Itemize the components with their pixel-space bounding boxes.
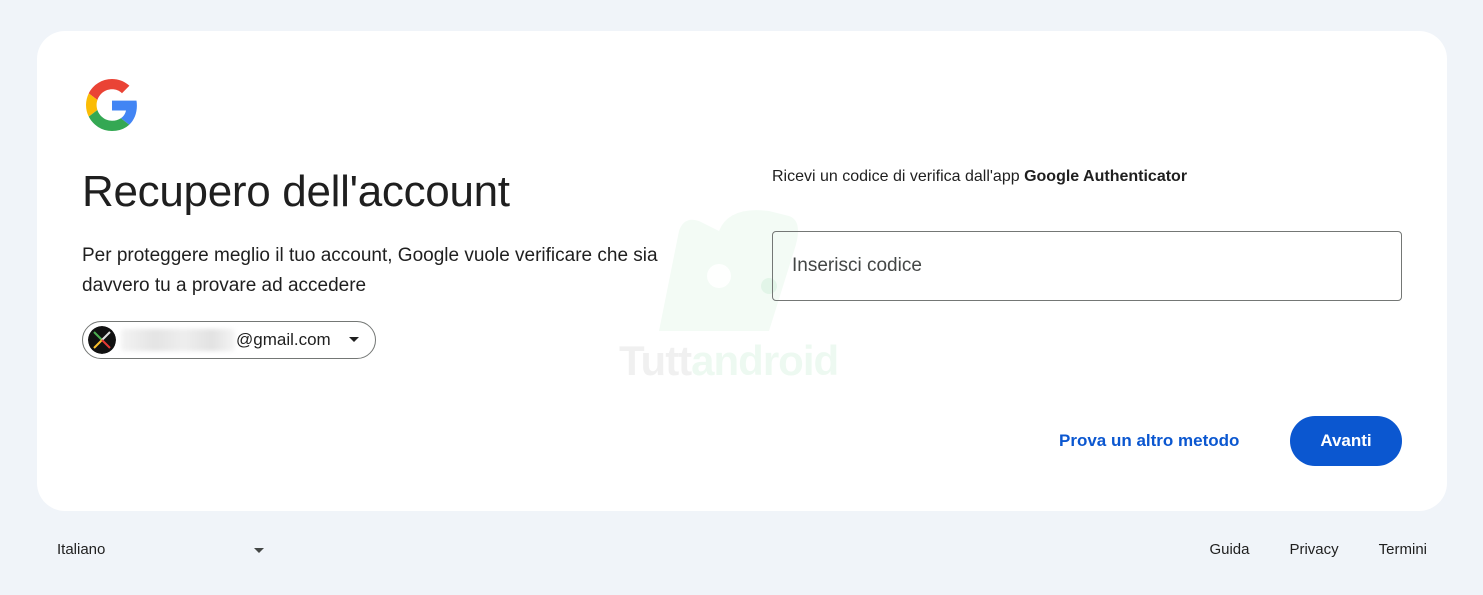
verification-instruction: Ricevi un codice di verifica dall'app Go… [772, 168, 1188, 185]
redacted-username [121, 329, 235, 351]
footer-links: Guida Privacy Termini [1169, 541, 1427, 558]
caret-down-icon [349, 337, 359, 342]
caret-down-icon [254, 548, 264, 553]
google-logo-icon [86, 79, 137, 131]
avatar-icon [88, 326, 116, 354]
watermark-text: Tuttandroid [619, 337, 839, 384]
footer-link-privacy[interactable]: Privacy [1289, 541, 1338, 558]
page-title: Recupero dell'account [82, 167, 510, 216]
language-label: Italiano [57, 541, 106, 558]
language-selector[interactable]: Italiano [57, 540, 269, 560]
page-subtitle: Per proteggere meglio il tuo account, Go… [82, 245, 658, 296]
try-another-method-button[interactable]: Prova un altro metodo [1043, 416, 1255, 466]
footer-link-terms[interactable]: Termini [1379, 541, 1427, 558]
authenticator-app-name: Google Authenticator [1024, 168, 1188, 185]
account-email: @gmail.com [236, 330, 331, 349]
verification-code-input[interactable] [772, 231, 1402, 301]
page: Recupero dell'account Per proteggere meg… [0, 0, 1483, 595]
footer-link-help[interactable]: Guida [1209, 541, 1249, 558]
recovery-card: Recupero dell'account Per proteggere meg… [37, 31, 1447, 511]
account-chip[interactable]: @gmail.com [82, 321, 376, 359]
next-button[interactable]: Avanti [1290, 416, 1402, 466]
